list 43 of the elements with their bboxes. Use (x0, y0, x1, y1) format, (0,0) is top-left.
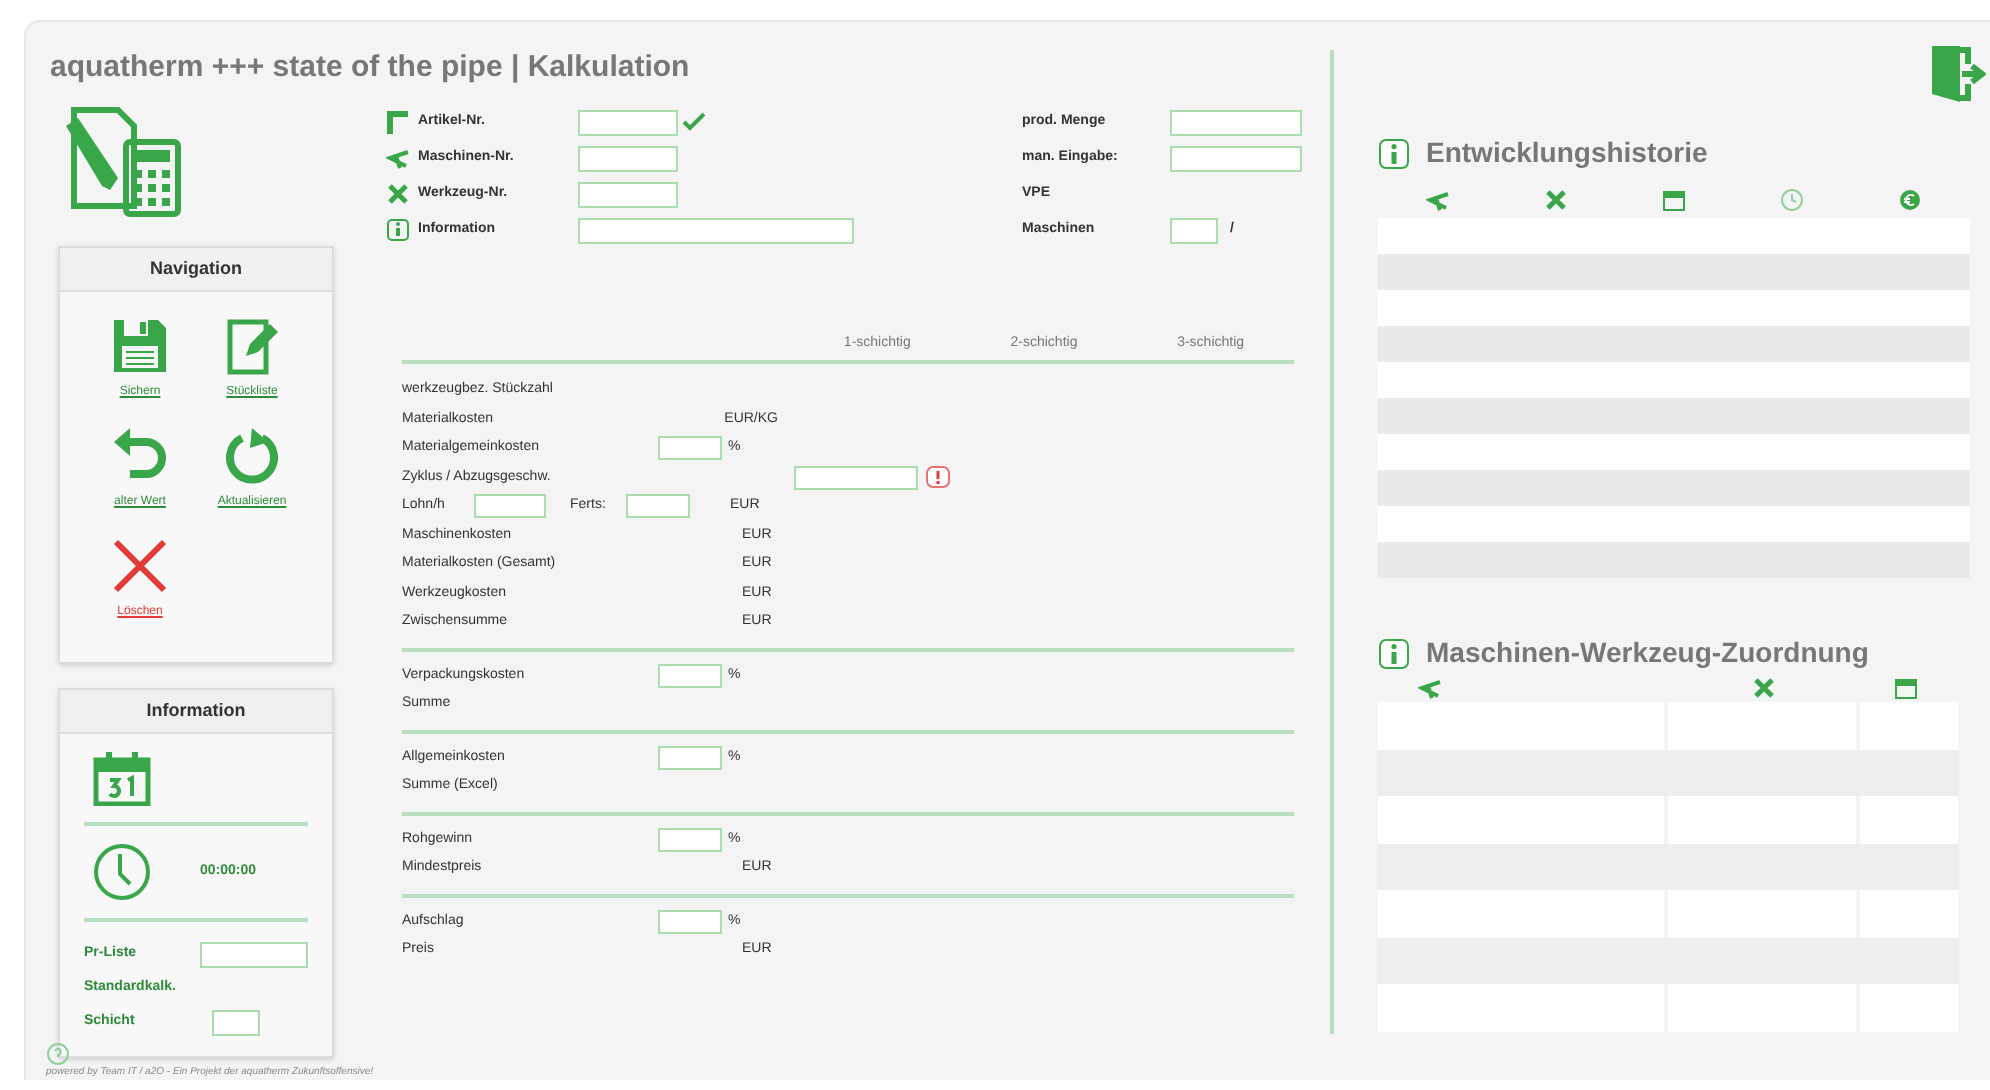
input-field[interactable] (794, 465, 918, 490)
corner-icon (386, 110, 410, 134)
edit-document-icon (222, 316, 282, 376)
section-title: Maschinen-Werkzeug-Zuordnung (1426, 634, 1869, 672)
input-field[interactable] (578, 217, 854, 243)
exit-door-icon[interactable] (1926, 42, 1986, 106)
input-field[interactable] (1170, 109, 1302, 135)
calendar-icon (1661, 188, 1685, 212)
input-field[interactable] (578, 109, 678, 135)
input-field[interactable] (658, 663, 722, 688)
angle-icon (1425, 188, 1449, 212)
input-field[interactable] (658, 436, 722, 461)
cross-icon (110, 536, 170, 596)
section-title: Entwicklungshistorie (1426, 134, 1708, 172)
clock-icon (1779, 188, 1803, 212)
crossed-tools-icon (1751, 676, 1775, 700)
input-field[interactable] (578, 181, 678, 207)
info-icon (1378, 637, 1410, 669)
input-field[interactable] (200, 942, 308, 968)
input-field[interactable] (578, 145, 678, 171)
panel-title: Information (60, 690, 332, 734)
calendar-icon (1894, 676, 1918, 700)
info-icon (1378, 137, 1410, 169)
input-field[interactable] (474, 494, 546, 519)
page-title: aquatherm +++ state of the pipe | Kalkulation (50, 48, 692, 88)
angle-icon (386, 146, 410, 170)
input-field[interactable] (626, 494, 690, 519)
calendar-icon (92, 750, 152, 806)
angle-icon (1418, 676, 1442, 700)
clock-icon (92, 842, 152, 902)
input-field[interactable] (1170, 145, 1302, 171)
info-icon (386, 218, 410, 242)
panel-title: Navigation (60, 248, 332, 292)
crossed-tools-icon (1543, 188, 1567, 212)
euro-icon (1897, 188, 1921, 212)
input-field[interactable] (658, 745, 722, 770)
crossed-tools-icon (386, 182, 410, 206)
input-field[interactable] (212, 1010, 260, 1036)
refresh-arrow-icon (222, 426, 282, 486)
input-field[interactable] (1170, 217, 1218, 243)
input-field[interactable] (658, 909, 722, 934)
input-field[interactable] (658, 827, 722, 852)
help-icon (46, 1041, 70, 1065)
